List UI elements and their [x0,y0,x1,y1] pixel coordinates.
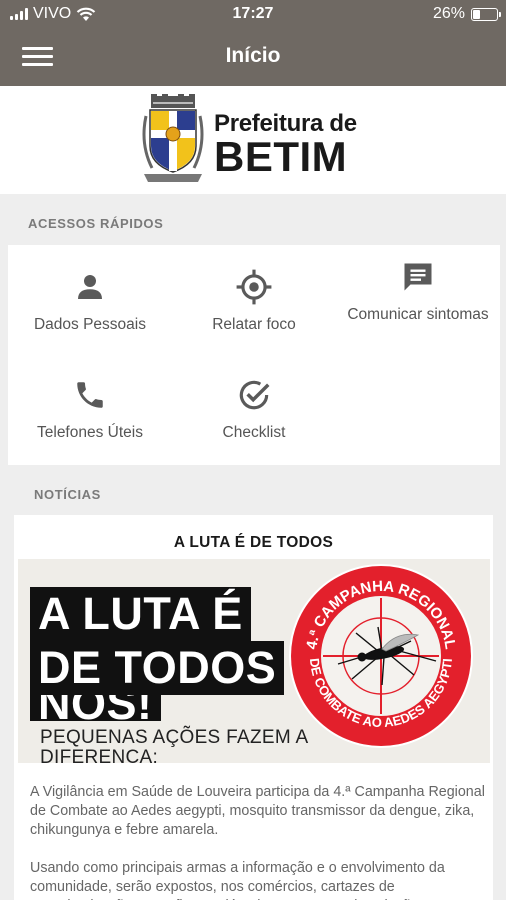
news-paragraph: A Vigilância em Saúde de Louveira partic… [30,784,485,838]
banner-line1: A LUTA É [30,587,251,641]
news-banner-image: A LUTA É DE TODOS NÓS! PEQUENAS AÇÕES FA… [18,559,490,763]
phone-icon [8,375,172,415]
check-circle-icon [172,375,336,415]
quick-item-relatar-foco[interactable]: Relatar foco [172,267,336,335]
city-crest-logo [142,94,204,182]
page-title: Início [225,44,281,67]
quick-item-label: Telefones Úteis [37,424,143,441]
banner-line3: NÓS! [30,695,161,721]
quick-access-panel: Dados Pessoais Relatar foco Comunicar si… [8,245,500,465]
target-icon [172,267,336,307]
quick-item-dados-pessoais[interactable]: Dados Pessoais [8,267,172,335]
news-paragraph: Usando como principais armas a informaçã… [30,860,445,900]
logo-text: Prefeitura de BETIM [214,111,357,180]
logo-line2: BETIM [214,133,348,180]
banner-subtitle-line1: PEQUENAS AÇÕES FAZEM A [40,727,309,748]
app-bar: Início [0,28,506,86]
battery-percent: 26% [432,5,465,22]
quick-item-comunicar-sintomas[interactable]: Comunicar sintomas [336,257,500,325]
quick-item-telefones-uteis[interactable]: Telefones Úteis [8,375,172,443]
status-right: 26% [432,5,501,23]
quick-item-label: Checklist [222,424,286,441]
quick-item-label: Relatar foco [212,316,296,333]
battery-level [473,9,480,19]
quick-access-heading: ACESSOS RÁPIDOS [28,216,164,231]
banner-subtitle: PEQUENAS AÇÕES FAZEM A DIFERENÇA: [40,727,309,764]
person-icon [8,267,172,307]
status-time: 17:27 [232,5,274,22]
logo-area: Prefeitura de BETIM [0,86,506,194]
quick-item-label: Comunicar sintomas [347,306,489,323]
banner-subtitle-line2: DIFERENÇA: [40,747,159,764]
chat-icon [336,257,500,297]
news-body: A Vigilância em Saúde de Louveira partic… [30,783,485,900]
status-bar: VIVO 17:27 26% [0,0,506,28]
news-card[interactable]: A LUTA É DE TODOS A LUTA É DE TODOS NÓS!… [14,515,493,900]
quick-item-label: Dados Pessoais [33,316,146,333]
news-heading: NOTÍCIAS [34,487,101,502]
banner-line2: DE TODOS [30,641,285,695]
battery-icon [471,7,501,21]
quick-item-checklist[interactable]: Checklist [172,375,336,443]
news-card-title: A LUTA É DE TODOS [173,534,334,551]
campaign-seal: 4.ª CAMPANHA REGIONAL DE COMBATE AO AEDE… [289,564,473,748]
